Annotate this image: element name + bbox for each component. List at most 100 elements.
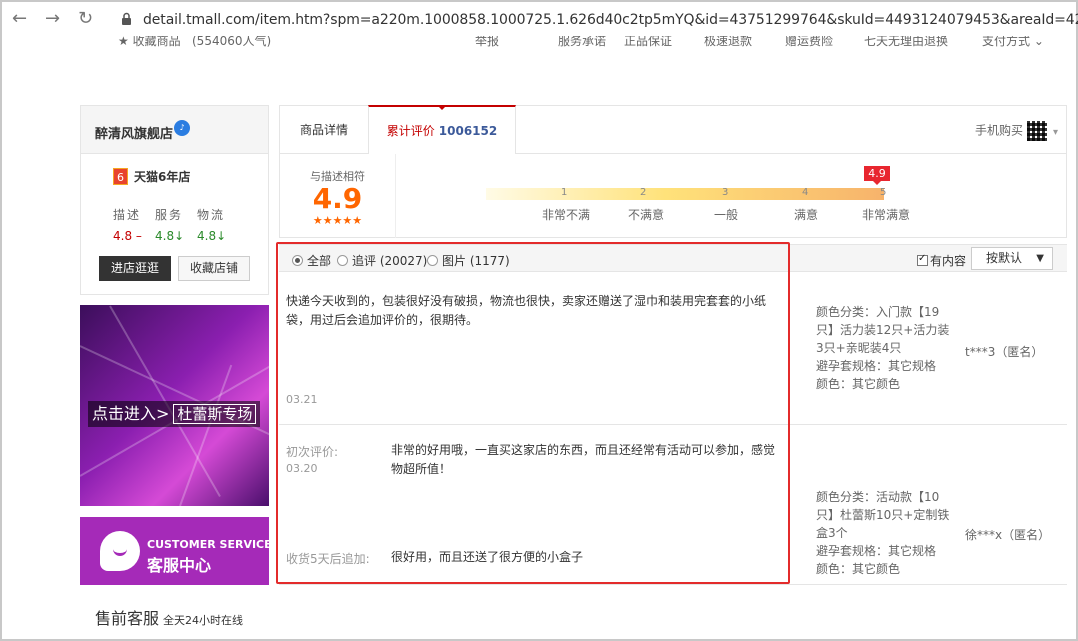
- customer-service-cn: 客服中心: [147, 556, 212, 575]
- scale-tick: 1: [561, 187, 568, 198]
- sku-spec: 避孕套规格：其它规格: [816, 359, 937, 373]
- score-value: 4.9: [312, 182, 363, 215]
- shop-chat-icon[interactable]: ♪: [174, 120, 190, 136]
- score-marker: 4.9: [864, 166, 890, 185]
- review-filter-bar: 全部 追评 (20027) 图片 (1177) 有内容 按默认 ▼: [279, 244, 1067, 272]
- review-date: 03.21: [286, 393, 318, 406]
- shop-years-text: 天猫6年店: [134, 170, 191, 184]
- radio-icon: [427, 255, 438, 266]
- first-review-label: 初次评价:: [286, 445, 339, 459]
- scale-tick: 3: [722, 187, 729, 198]
- filter-all-radio[interactable]: 全部: [292, 252, 331, 269]
- dsr-label-describe: 描述: [113, 208, 142, 222]
- promo-highlight: 杜蕾斯专场: [173, 404, 257, 424]
- filter-pictures-label: 图片 (1177): [442, 254, 510, 268]
- sku-color2: 颜色：其它颜色: [816, 562, 901, 576]
- filter-append-radio[interactable]: 追评 (20027): [337, 252, 427, 269]
- sku-color2: 颜色：其它颜色: [816, 377, 901, 391]
- review-sku-info: 颜色分类：活动款【10只】杜蕾斯10只+定制铁盒3个 避孕套规格：其它规格 颜色…: [816, 488, 956, 578]
- filter-all-label: 全部: [307, 254, 332, 268]
- shop-header: 醉清风旗舰店 ♪: [81, 106, 268, 154]
- dsr-label-logistics: 物流: [197, 208, 226, 222]
- radio-icon: [292, 255, 303, 266]
- chat-bubble-icon: [100, 531, 140, 571]
- seven-day-return[interactable]: 七天无理由退换: [864, 36, 948, 49]
- dsr-value-service: 4.8↓: [155, 229, 185, 243]
- qr-code-icon: [1026, 121, 1047, 141]
- chevron-down-icon: ▾: [1052, 126, 1058, 138]
- shop-name[interactable]: 醉清风旗舰店: [95, 123, 173, 142]
- promo-text: 点击进入>: [92, 404, 170, 423]
- presale-service: 售前客服 全天24小时在线: [95, 605, 243, 629]
- back-arrow-icon[interactable]: ←: [12, 10, 27, 28]
- chevron-down-icon: ▼: [1036, 253, 1044, 264]
- reviewer-name: 徐***x（匿名）: [965, 528, 1051, 542]
- scale-tick: 5: [880, 187, 887, 198]
- presale-title: 售前客服: [95, 609, 160, 628]
- reviewer-name: t***3（匿名）: [965, 345, 1044, 359]
- sku-color: 颜色分类：活动款【10只】杜蕾斯10只+定制铁盒3个: [816, 490, 950, 540]
- customer-service-banner[interactable]: CUSTOMER SERVICE 客服中心: [80, 517, 272, 585]
- scale-label: 一般: [714, 208, 739, 222]
- star-rating-icon: ★★★★★: [312, 214, 363, 227]
- shop-dsr: 描述 服务 物流 4.8 – 4.8↓ 4.8↓: [113, 206, 243, 243]
- sort-dropdown[interactable]: 按默认 ▼: [971, 247, 1053, 270]
- lock-icon: [122, 12, 131, 25]
- append-review-text: 很好用，而且还送了很方便的小盒子: [391, 550, 584, 564]
- score-box: 与描述相符 4.9 ★★★★★: [280, 154, 396, 238]
- detail-tabs: 商品详情 累计评价 1006152 手机购买 ▾: [279, 105, 1067, 154]
- filter-pictures-radio[interactable]: 图片 (1177): [427, 252, 510, 269]
- scale-label: 满意: [794, 208, 819, 222]
- dsr-value-logistics: 4.8↓: [197, 229, 227, 243]
- address-bar[interactable]: detail.tmall.com/item.htm?spm=a220m.1000…: [143, 12, 1078, 28]
- rating-summary: 与描述相符 4.9 ★★★★★ 1 2 3 4 5 非常不满 不满意 一般 满意…: [279, 154, 1067, 238]
- shop-info-card: 醉清风旗舰店 ♪ 6 天猫6年店 描述 服务 物流 4.8 – 4.8↓ 4.8↓ 进店逛…: [80, 105, 269, 295]
- payment-methods-dropdown[interactable]: 支付方式 ⌄: [982, 36, 1044, 49]
- shop-years: 6 天猫6年店: [113, 168, 190, 185]
- radio-icon: [337, 255, 348, 266]
- scale-label: 非常满意: [862, 208, 911, 222]
- reload-icon[interactable]: ↻: [78, 10, 93, 28]
- has-content-checkbox[interactable]: 有内容: [917, 252, 966, 269]
- dsr-value-describe: 4.8 –: [113, 229, 142, 243]
- scale-label: 不满意: [628, 208, 665, 222]
- popularity-count: (554060人气): [192, 36, 272, 48]
- favorite-shop-button[interactable]: 收藏店铺: [178, 256, 250, 281]
- browser-toolbar: ← → ↻ detail.tmall.com/item.htm?spm=a220…: [2, 2, 1078, 36]
- review-item: 初次评价: 03.20 非常的好用哦，一直买这家店的东西，而且还经常有活动可以参…: [279, 425, 1067, 585]
- filter-append-label: 追评 (20027): [352, 254, 428, 268]
- fast-refund[interactable]: 极速退款: [704, 36, 752, 49]
- review-item: 快递今天收到的，包装很好没有破损，物流也很快，卖家还赠送了湿巾和装用完套套的小纸…: [279, 272, 1067, 425]
- mobile-buy-label: 手机购买: [974, 123, 1023, 138]
- customer-service-en: CUSTOMER SERVICE: [147, 538, 272, 551]
- scale-tick: 4: [802, 187, 809, 198]
- scale-tick: 2: [640, 187, 647, 198]
- forward-arrow-icon[interactable]: →: [45, 10, 60, 28]
- genuine-guarantee[interactable]: 正品保证: [624, 36, 672, 49]
- append-review-label: 收货5天后追加:: [286, 552, 370, 566]
- mobile-buy[interactable]: 手机购买 ▾: [975, 121, 1058, 141]
- shipping-insurance[interactable]: 赠运费险: [785, 36, 833, 49]
- review-text: 非常的好用哦，一直买这家店的东西，而且还经常有活动可以参加，感觉物超所值！: [391, 443, 776, 476]
- tab-reviews[interactable]: 累计评价 1006152: [368, 105, 516, 154]
- scale-label: 非常不满: [542, 208, 591, 222]
- tmall-years-icon: 6: [113, 168, 128, 185]
- presale-hours: 全天24小时在线: [163, 614, 244, 627]
- sku-spec: 避孕套规格：其它规格: [816, 544, 937, 558]
- sort-label: 按默认: [986, 251, 1023, 265]
- review-sku-info: 颜色分类：入门款【19只】活力装12只+活力装3只+亲昵装4只 避孕套规格：其它…: [816, 303, 956, 393]
- tab-item-detail[interactable]: 商品详情: [280, 106, 368, 154]
- durex-promo-banner[interactable]: 点击进入> 杜蕾斯专场: [80, 305, 269, 506]
- review-date: 03.20: [286, 462, 318, 475]
- review-count: 1006152: [438, 124, 498, 138]
- dsr-label-service: 服务: [155, 208, 184, 222]
- has-content-label: 有内容: [930, 254, 967, 268]
- tab-reviews-label: 累计评价: [386, 124, 435, 138]
- promo-label: 点击进入> 杜蕾斯专场: [88, 401, 261, 427]
- rating-scale-bar: [486, 188, 884, 200]
- enter-shop-button[interactable]: 进店逛逛: [99, 256, 171, 281]
- favorite-item-link[interactable]: ★ 收藏商品: [118, 36, 181, 49]
- review-text: 快递今天收到的，包装很好没有破损，物流也很快，卖家还赠送了湿巾和装用完套套的小纸…: [286, 294, 767, 327]
- report-link[interactable]: 举报: [475, 36, 499, 49]
- sku-color: 颜色分类：入门款【19只】活力装12只+活力装3只+亲昵装4只: [816, 305, 950, 355]
